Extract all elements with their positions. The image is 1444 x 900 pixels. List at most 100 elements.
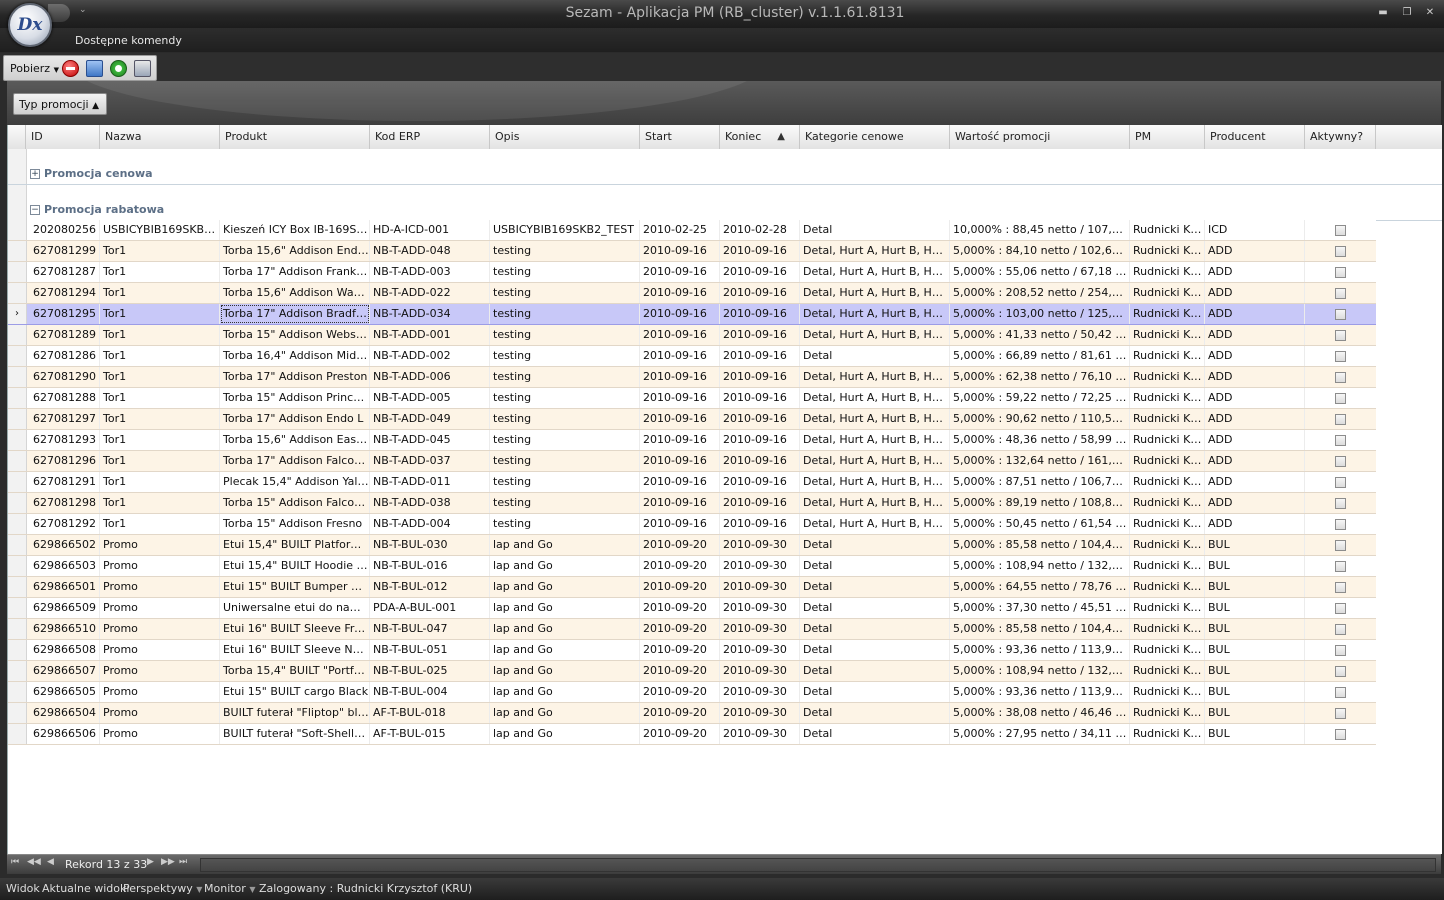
cell-kod-erp[interactable]: NB-T-ADD-002	[370, 346, 490, 366]
cell-producent[interactable]: BUL	[1205, 535, 1305, 555]
stop-icon[interactable]	[62, 60, 79, 77]
column-header-opis[interactable]: Opis	[490, 125, 640, 149]
table-row[interactable]: › 627081295 Tor1 Torba 17" Addison Bradford…	[8, 304, 1376, 325]
cell-id[interactable]: 202080256	[26, 220, 100, 240]
cell-wartosc-promocji[interactable]: 5,000% : 85,58 netto / 104,41 b...	[950, 619, 1130, 639]
cell-opis[interactable]: lap and Go	[490, 724, 640, 744]
cell-opis[interactable]: testing	[490, 472, 640, 492]
row-indicator[interactable]	[8, 535, 27, 555]
cell-nazwa[interactable]: Tor1	[100, 430, 220, 450]
cell-opis[interactable]: testing	[490, 304, 640, 324]
cell-wartosc-promocji[interactable]: 5,000% : 62,38 netto / 76,10 br...	[950, 367, 1130, 387]
cell-opis[interactable]: testing	[490, 346, 640, 366]
cell-koniec[interactable]: 2010-09-30	[720, 577, 800, 597]
row-indicator[interactable]	[8, 346, 27, 366]
cell-start[interactable]: 2010-09-16	[640, 514, 720, 534]
cell-kod-erp[interactable]: NB-T-ADD-022	[370, 283, 490, 303]
cell-koniec[interactable]: 2010-09-30	[720, 661, 800, 681]
cell-pm[interactable]: Rudnicki Krz...	[1130, 430, 1205, 450]
cell-start[interactable]: 2010-09-20	[640, 556, 720, 576]
cell-kod-erp[interactable]: NB-T-BUL-047	[370, 619, 490, 639]
cell-kod-erp[interactable]: NB-T-ADD-048	[370, 241, 490, 261]
cell-wartosc-promocji[interactable]: 5,000% : 66,89 netto / 81,61 br...	[950, 346, 1130, 366]
aktywny-checkbox[interactable]	[1335, 498, 1346, 509]
cell-start[interactable]: 2010-09-20	[640, 682, 720, 702]
cell-start[interactable]: 2010-09-16	[640, 430, 720, 450]
cell-koniec[interactable]: 2010-09-16	[720, 325, 800, 345]
cell-id[interactable]: 629866505	[26, 682, 100, 702]
cell-nazwa[interactable]: Promo	[100, 724, 220, 744]
cell-produkt[interactable]: Etui 15,4" BUILT Hoodie Black	[220, 556, 370, 576]
cell-produkt[interactable]: BUILT futerał "Fliptop" black	[220, 703, 370, 723]
column-header-wartosc-promocji[interactable]: Wartość promocji	[950, 125, 1130, 149]
column-header-kod-erp[interactable]: Kod ERP	[370, 125, 490, 149]
cell-koniec[interactable]: 2010-09-16	[720, 472, 800, 492]
cell-producent[interactable]: ADD	[1205, 430, 1305, 450]
cell-nazwa[interactable]: Promo	[100, 556, 220, 576]
table-row[interactable]: 627081294 Tor1 Torba 15,6" Addison Washi..…	[8, 283, 1376, 304]
cell-kategorie-cenowe[interactable]: Detal, Hurt A, Hurt B, Hurt C	[800, 367, 950, 387]
cell-id[interactable]: 627081288	[26, 388, 100, 408]
cell-wartosc-promocji[interactable]: 5,000% : 103,00 netto / 125,66 ...	[950, 304, 1130, 324]
cell-koniec[interactable]: 2010-09-30	[720, 619, 800, 639]
cell-producent[interactable]: ADD	[1205, 283, 1305, 303]
row-indicator[interactable]	[8, 388, 27, 408]
cell-pm[interactable]: Rudnicki Krz...	[1130, 661, 1205, 681]
table-row[interactable]: 629866503 Promo Etui 15,4" BUILT Hoodie Bl…	[8, 556, 1376, 577]
cell-produkt[interactable]: Torba 15" Addison Princeton	[220, 388, 370, 408]
cell-id[interactable]: 629866506	[26, 724, 100, 744]
column-header-koniec[interactable]: Koniec ▲	[720, 125, 800, 149]
cell-producent[interactable]: ICD	[1205, 220, 1305, 240]
cell-opis[interactable]: lap and Go	[490, 556, 640, 576]
cell-producent[interactable]: BUL	[1205, 724, 1305, 744]
cell-koniec[interactable]: 2010-09-30	[720, 682, 800, 702]
cell-start[interactable]: 2010-09-16	[640, 325, 720, 345]
row-indicator[interactable]	[8, 451, 27, 471]
cell-id[interactable]: 627081294	[26, 283, 100, 303]
cell-wartosc-promocji[interactable]: 5,000% : 93,36 netto / 113,91 b...	[950, 640, 1130, 660]
cell-kategorie-cenowe[interactable]: Detal, Hurt A, Hurt B, Hurt C	[800, 493, 950, 513]
aktywny-checkbox[interactable]	[1335, 687, 1346, 698]
cell-koniec[interactable]: 2010-09-16	[720, 346, 800, 366]
next-record-button[interactable]: ▶	[147, 857, 154, 867]
table-row[interactable]: 627081287 Tor1 Torba 17" Addison Franklin N…	[8, 262, 1376, 283]
aktywny-checkbox[interactable]	[1335, 561, 1346, 572]
cell-pm[interactable]: Rudnicki Krz...	[1130, 724, 1205, 744]
cell-start[interactable]: 2010-09-20	[640, 598, 720, 618]
cell-id[interactable]: 629866503	[26, 556, 100, 576]
cell-kod-erp[interactable]: NB-T-ADD-003	[370, 262, 490, 282]
row-indicator[interactable]	[8, 514, 27, 534]
cell-koniec[interactable]: 2010-09-16	[720, 493, 800, 513]
widok-menu[interactable]: Widok	[6, 882, 40, 895]
cell-id[interactable]: 627081297	[26, 409, 100, 429]
cell-wartosc-promocji[interactable]: 5,000% : 48,36 netto / 58,99 br...	[950, 430, 1130, 450]
cell-kod-erp[interactable]: AF-T-BUL-018	[370, 703, 490, 723]
cell-start[interactable]: 2010-09-16	[640, 451, 720, 471]
cell-wartosc-promocji[interactable]: 5,000% : 93,36 netto / 113,91 b...	[950, 682, 1130, 702]
cell-pm[interactable]: Rudnicki Krz...	[1130, 409, 1205, 429]
cell-producent[interactable]: BUL	[1205, 598, 1305, 618]
restore-button[interactable]: ❐	[1398, 6, 1416, 20]
cell-koniec[interactable]: 2010-09-30	[720, 535, 800, 555]
row-indicator[interactable]	[8, 472, 27, 492]
cell-opis[interactable]: lap and Go	[490, 619, 640, 639]
aktywny-checkbox[interactable]	[1335, 624, 1346, 635]
cell-nazwa[interactable]: Promo	[100, 619, 220, 639]
table-row[interactable]: 629866507 Promo Torba 15,4" BUILT "Portfol…	[8, 661, 1376, 682]
cell-wartosc-promocji[interactable]: 10,000% : 88,45 netto / 107,91 ...	[950, 220, 1130, 240]
cell-produkt[interactable]: Torba 15,6" Addison Washi...	[220, 283, 370, 303]
cell-kategorie-cenowe[interactable]: Detal, Hurt A, Hurt B, Hurt C	[800, 451, 950, 471]
row-indicator[interactable]	[8, 577, 27, 597]
cell-start[interactable]: 2010-09-20	[640, 661, 720, 681]
cell-opis[interactable]: lap and Go	[490, 703, 640, 723]
cell-kategorie-cenowe[interactable]: Detal	[800, 535, 950, 555]
cell-koniec[interactable]: 2010-09-16	[720, 283, 800, 303]
cell-start[interactable]: 2010-09-16	[640, 304, 720, 324]
cell-nazwa[interactable]: Promo	[100, 640, 220, 660]
cell-id[interactable]: 629866502	[26, 535, 100, 555]
aktywny-checkbox[interactable]	[1335, 330, 1346, 341]
cell-kod-erp[interactable]: NB-T-BUL-030	[370, 535, 490, 555]
cell-kategorie-cenowe[interactable]: Detal	[800, 619, 950, 639]
first-record-button[interactable]: ⏮	[11, 857, 19, 867]
aktywny-checkbox[interactable]	[1335, 288, 1346, 299]
